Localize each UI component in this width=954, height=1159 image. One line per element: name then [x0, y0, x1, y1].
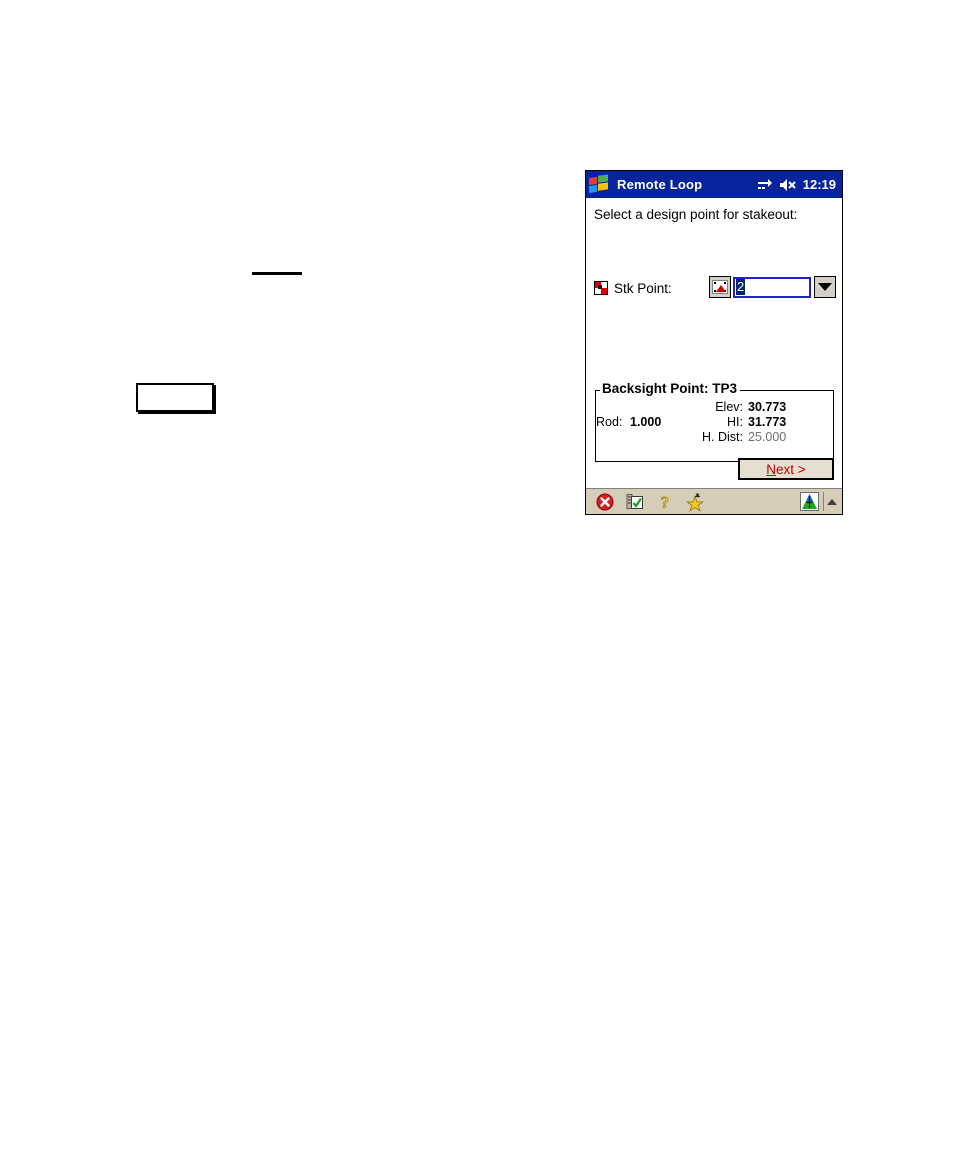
speaker-mute-icon[interactable]	[779, 178, 797, 192]
backsight-point-group: Backsight Point: TP3 Elev: 30.773 Rod: 1…	[595, 381, 834, 462]
titlebar-status-area: 12:19	[757, 171, 836, 198]
prompt-text: Select a design point for stakeout:	[594, 207, 798, 222]
next-button-accel: N	[766, 461, 777, 477]
client-area: Select a design point for stakeout: Stk …	[586, 198, 842, 488]
hi-label: HI:	[727, 415, 743, 429]
notes-checklist-icon[interactable]	[624, 491, 646, 513]
rod-label: Rod:	[596, 415, 623, 429]
taskbar-clock[interactable]: 12:19	[803, 177, 836, 192]
up-arrow-icon[interactable]	[827, 498, 837, 505]
point-marker-icon	[594, 281, 608, 295]
favorites-star-icon[interactable]	[684, 491, 706, 513]
stk-point-row: Stk Point: 2	[594, 276, 836, 300]
document-empty-box	[136, 383, 214, 412]
elev-label: Elev:	[715, 400, 743, 414]
hdist-label: H. Dist:	[702, 430, 743, 444]
next-button[interactable]: Next >	[738, 458, 834, 480]
window-title: Remote Loop	[617, 177, 703, 192]
backsight-legend: Backsight Point: TP3	[600, 381, 741, 396]
titlebar: Remote Loop 12:19	[586, 171, 842, 198]
stk-point-input[interactable]: 2	[733, 276, 811, 298]
rod-value: 1.000	[630, 415, 662, 429]
hdist-value: 25.000	[748, 430, 787, 444]
map-pick-point-icon[interactable]	[709, 276, 731, 298]
windows-flag-icon[interactable]	[587, 173, 611, 196]
next-button-label: ext >	[776, 461, 806, 477]
survey-app-icon[interactable]	[798, 491, 820, 513]
svg-text:?: ?	[661, 493, 670, 511]
close-icon[interactable]	[594, 491, 616, 513]
stk-point-controls: 2	[709, 276, 836, 298]
pocketpc-window: Remote Loop 12:19 Select a design point …	[585, 170, 843, 515]
hi-value: 31.773	[748, 415, 787, 429]
connectivity-arrows-icon[interactable]	[757, 178, 773, 192]
taskbar-divider	[823, 492, 824, 511]
chevron-down-icon[interactable]	[814, 276, 836, 298]
backsight-values-grid: Elev: 30.773 Rod: 1.000 HI: 31.773 H. Di…	[596, 400, 833, 444]
taskbar-status-area	[798, 489, 840, 514]
document-horizontal-rule	[252, 272, 302, 275]
help-question-icon[interactable]: ?	[654, 491, 676, 513]
stk-point-value: 2	[736, 279, 746, 295]
stk-point-label: Stk Point:	[614, 280, 672, 296]
elev-value: 30.773	[748, 400, 787, 414]
taskbar: ?	[586, 488, 842, 514]
